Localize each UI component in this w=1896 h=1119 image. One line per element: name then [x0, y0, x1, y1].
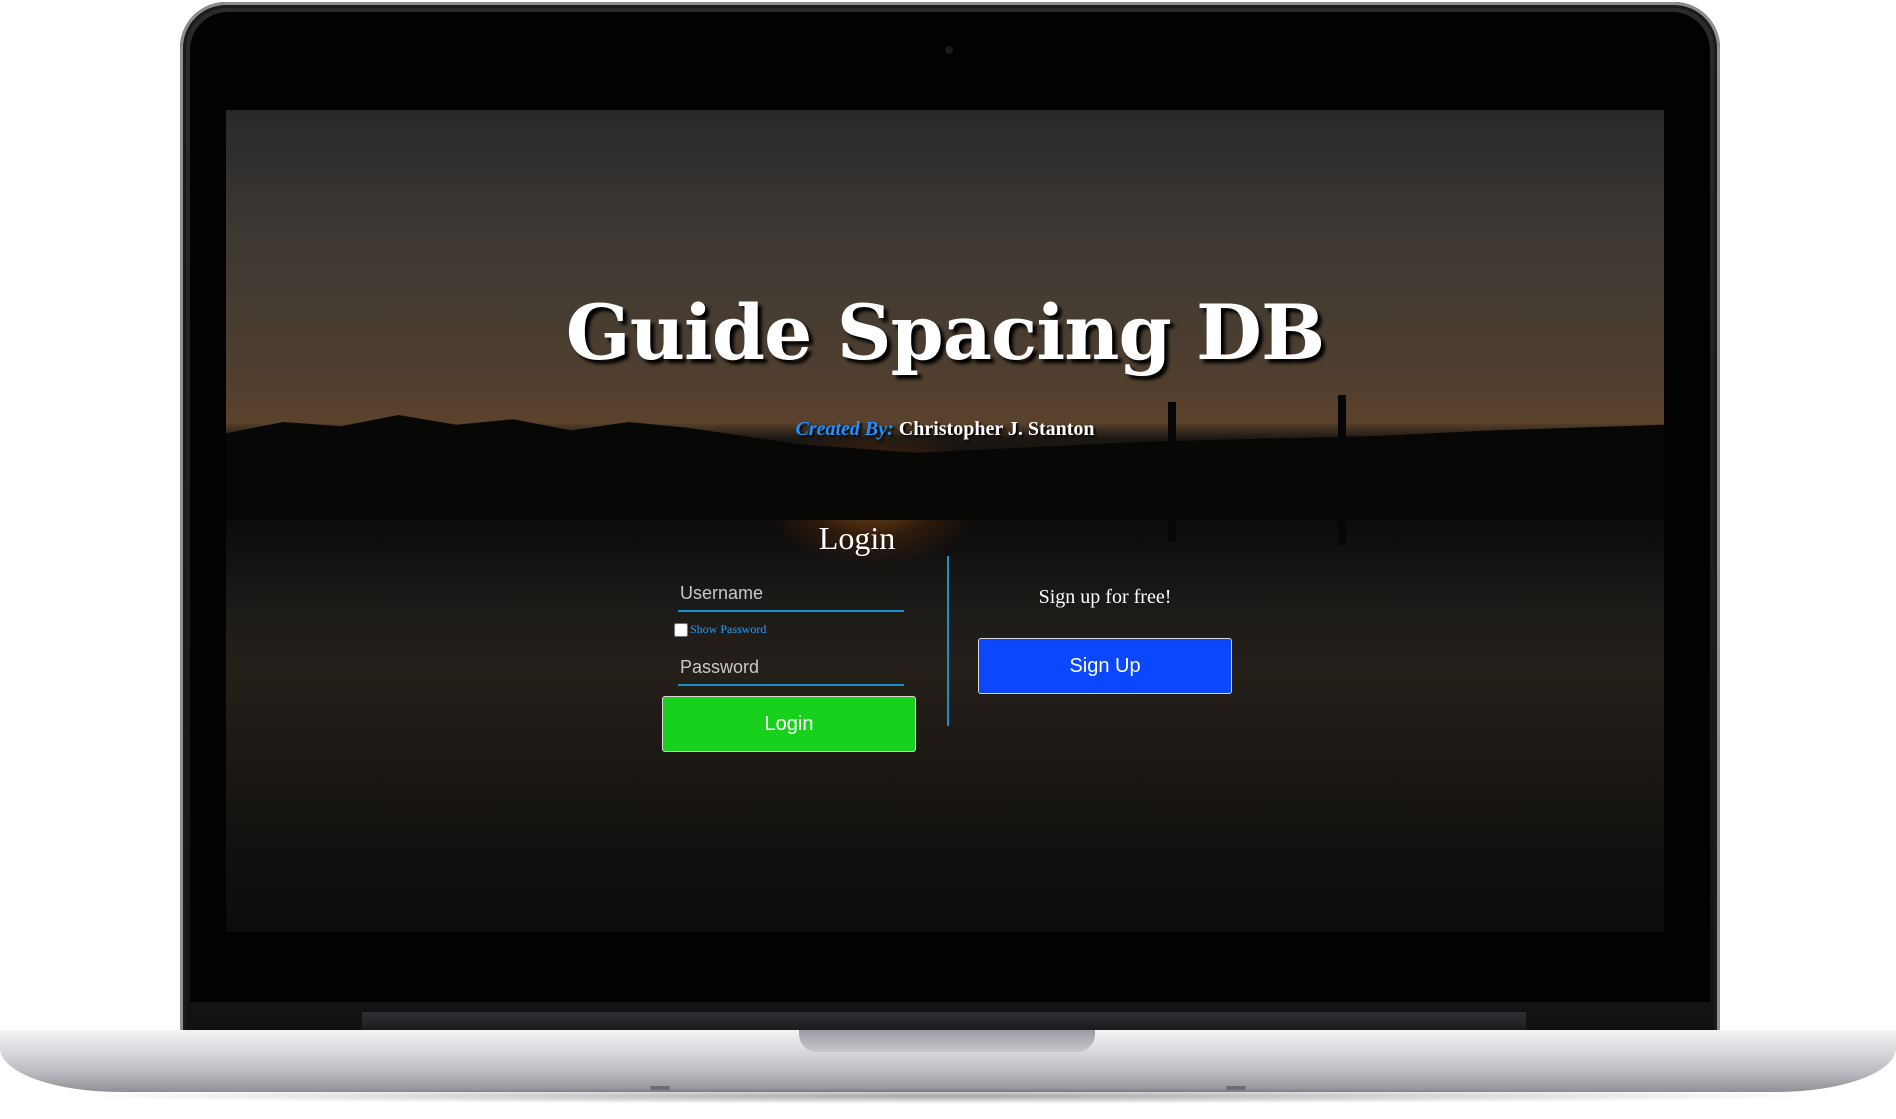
signup-button[interactable]: Sign Up [978, 638, 1232, 694]
login-heading: Login [818, 520, 896, 556]
credit-name: Christopher J. Stanton [898, 418, 1095, 440]
show-password-checkbox[interactable] [674, 622, 688, 637]
camera-icon [945, 46, 953, 54]
section-divider [947, 556, 949, 726]
login-button[interactable]: Login [662, 696, 916, 752]
credit-label: Created By: [795, 418, 894, 440]
laptop-foot [650, 1086, 670, 1090]
laptop-notch [799, 1030, 1095, 1052]
username-input[interactable] [678, 576, 904, 612]
app-title: Guide Spacing DB [565, 288, 1325, 377]
laptop-foot [1226, 1086, 1246, 1090]
show-password-label[interactable]: Show Password [690, 622, 766, 637]
show-password-toggle[interactable]: Show Password [674, 622, 766, 637]
signup-prompt: Sign up for free! [1038, 586, 1172, 608]
laptop-shadow [60, 1088, 1836, 1104]
creator-credit: Created By: Christopher J. Stanton [226, 418, 1664, 441]
app-screen: Guide Spacing DB Created By: Christopher… [226, 110, 1664, 932]
password-input[interactable] [678, 650, 904, 686]
laptop-mockup: Guide Spacing DB Created By: Christopher… [0, 0, 1896, 1119]
hinge [362, 1012, 1526, 1030]
